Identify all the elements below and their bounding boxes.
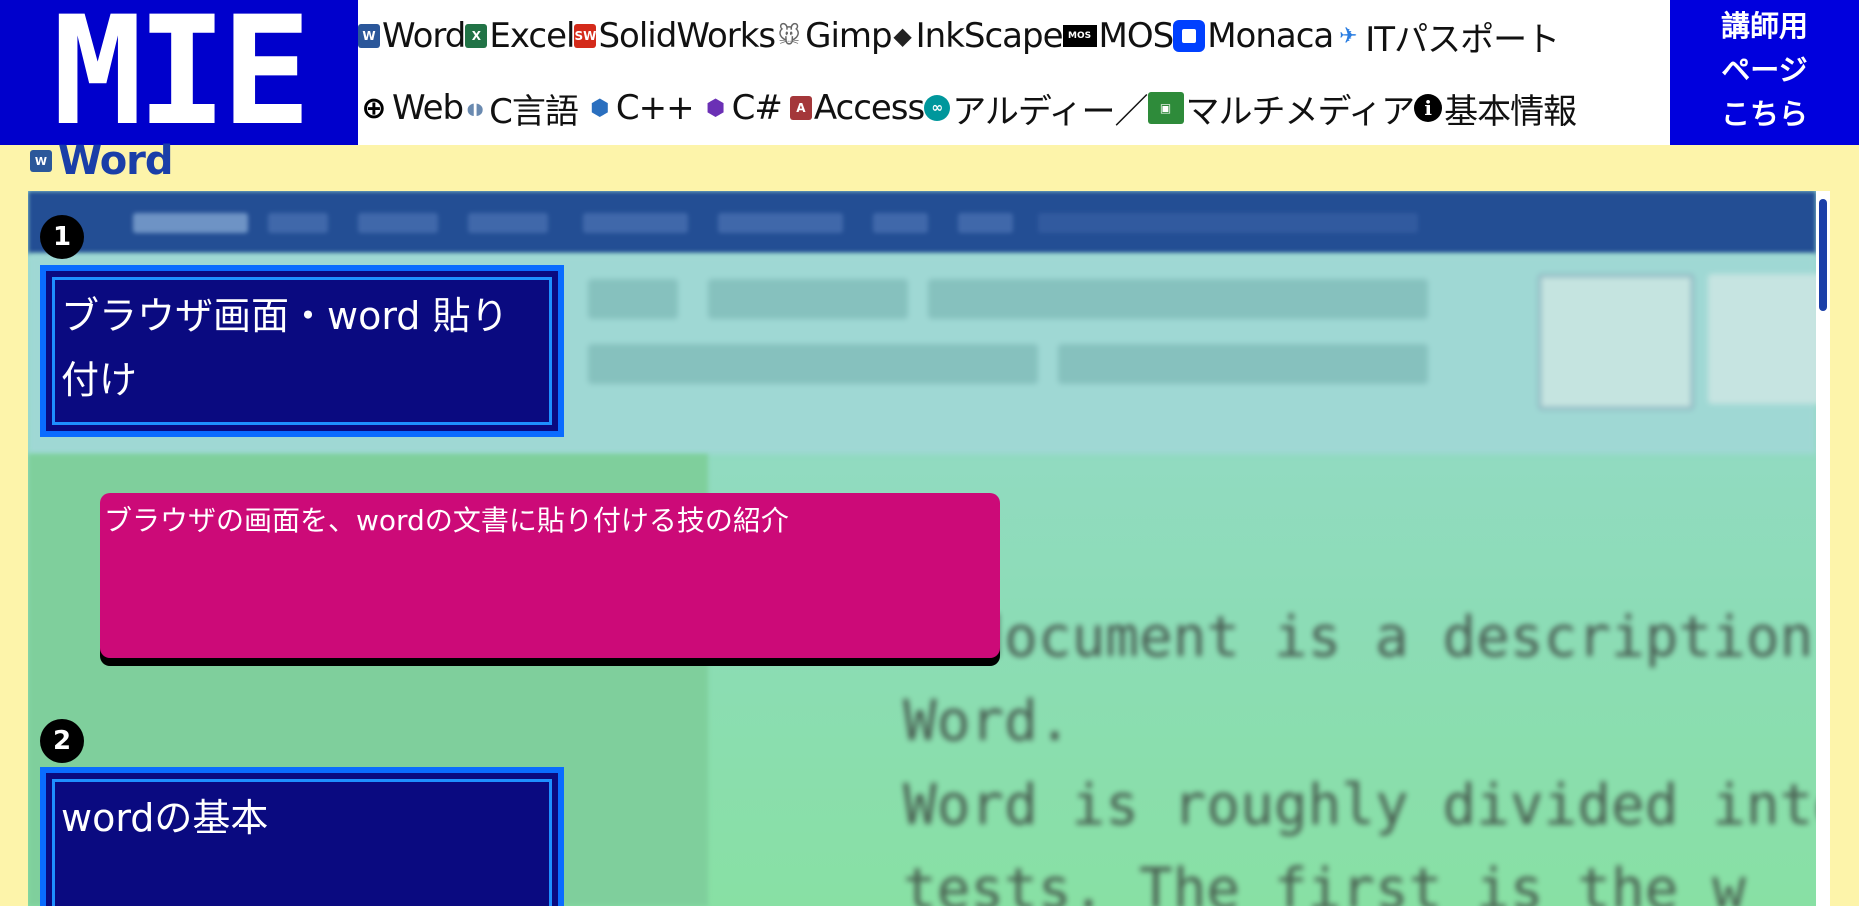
- content-panel: s document is a description Word. Word is …: [28, 191, 1816, 906]
- section-title: Word: [58, 138, 174, 184]
- ribbon-tab-shape: [583, 213, 688, 233]
- toolbar-shape: [588, 279, 678, 319]
- teacher-line-1: 講師用: [1720, 9, 1808, 43]
- teacher-line-3: こちら: [1720, 97, 1808, 131]
- ribbon-tab-shape: [718, 213, 843, 233]
- inkscape-icon: ◆: [891, 22, 914, 50]
- item-title: ブラウザ画面・word 貼り付け: [52, 277, 552, 425]
- ribbon-tab-shape: [958, 213, 1013, 233]
- nav-c-language-label: C言語: [489, 91, 579, 132]
- globe-icon: ⊕: [358, 91, 390, 126]
- word-icon: W: [30, 150, 52, 172]
- monaca-icon: [1173, 20, 1206, 52]
- teacher-line-2: ページ: [1721, 53, 1808, 87]
- csharp-icon: ⬢: [701, 96, 730, 121]
- nav-gimp[interactable]: 🐭 Gimp: [775, 16, 893, 56]
- item-description-card[interactable]: ブラウザの画面を、wordの文書に貼り付ける技の紹介: [100, 493, 1000, 658]
- nav-arduino-label: アルディー／: [952, 91, 1148, 132]
- toolbar-shape: [588, 344, 1038, 384]
- blurred-ribbon-background: [28, 191, 1816, 254]
- arduino-icon: ∞: [924, 95, 951, 121]
- item-number-badge: 2: [40, 719, 84, 763]
- nav-csharp[interactable]: ⬢ C#: [701, 88, 783, 128]
- ribbon-tab-shape: [1038, 213, 1418, 233]
- item-description: ブラウザの画面を、wordの文書に貼り付ける技の紹介: [104, 504, 789, 537]
- site-logo[interactable]: MIE: [0, 0, 358, 145]
- excel-icon: X: [465, 24, 488, 48]
- nav-inkscape-label: InkScape: [915, 16, 1064, 56]
- access-icon: A: [789, 96, 812, 120]
- item-number-badge: 1: [40, 215, 84, 259]
- mos-icon: MOS: [1062, 25, 1097, 47]
- nav-monaca[interactable]: Monaca: [1173, 16, 1334, 56]
- nav-access-label: Access: [813, 88, 925, 128]
- nav-basic-info-label: 基本情報: [1444, 91, 1577, 132]
- gimp-icon: 🐭: [775, 24, 804, 49]
- nav-monaca-label: Monaca: [1207, 16, 1334, 56]
- ribbon-tab-shape: [268, 213, 328, 233]
- ribbon-tab-shape: [873, 213, 928, 233]
- nav-access[interactable]: A Access: [789, 88, 925, 128]
- ribbon-tab-shape: [358, 213, 438, 233]
- it-passport-icon: ✈: [1333, 24, 1364, 49]
- nav-excel[interactable]: X Excel: [465, 16, 575, 56]
- toolbar-shape: [708, 279, 908, 319]
- ribbon-tab-shape: [133, 213, 248, 233]
- site-header: MIE W Word X Excel SW SolidWorks 🐭 Gimp ◆ Ink…: [0, 0, 1859, 145]
- nav-it-passport[interactable]: ✈ ITパスポート: [1333, 12, 1560, 61]
- toolbar-shape: [928, 279, 1428, 319]
- cpp-icon: ⬢: [585, 96, 614, 121]
- solidworks-icon: SW: [574, 24, 597, 48]
- doc-line-3: Word is roughly divided into: [903, 773, 1816, 838]
- nav-word[interactable]: W Word: [358, 16, 466, 56]
- nav-inkscape[interactable]: ◆ InkScape: [891, 16, 1064, 56]
- doc-line-1: s document is a description: [903, 605, 1814, 670]
- ribbon-tab-shape: [468, 213, 548, 233]
- nav-row-2: ⊕ Web ◖◗ C言語 ⬢ C++ ⬢ C# A Access ∞ アルディー／ ▣ マルチ…: [358, 72, 1670, 144]
- nav-mos-label: MOS: [1098, 16, 1175, 56]
- nav-c-language[interactable]: ◖◗ C言語: [463, 84, 579, 133]
- nav-csharp-label: C#: [731, 88, 783, 128]
- nav-multimedia[interactable]: ▣ マルチメディア: [1147, 84, 1416, 133]
- doc-line-2: Word.: [903, 689, 1072, 754]
- doc-line-4: tests. The first is the w: [903, 857, 1746, 906]
- nav-gimp-label: Gimp: [805, 16, 892, 56]
- info-icon: i: [1414, 94, 1443, 122]
- c-language-icon: ◖◗: [463, 96, 488, 120]
- teacher-page-link[interactable]: 講師用 ページ こちら: [1670, 0, 1859, 145]
- nav-multimedia-label: マルチメディア: [1185, 91, 1416, 132]
- nav-web-label: Web: [392, 88, 464, 128]
- multimedia-icon: ▣: [1147, 92, 1184, 124]
- nav-basic-info[interactable]: i 基本情報: [1414, 84, 1577, 133]
- nav-solidworks[interactable]: SW SolidWorks: [574, 16, 776, 56]
- toolbar-shape: [1538, 274, 1694, 410]
- scrollbar-thumb[interactable]: [1819, 199, 1827, 311]
- nav-arduino[interactable]: ∞ アルディー／: [924, 84, 1149, 133]
- nav-row-1: W Word X Excel SW SolidWorks 🐭 Gimp ◆ InkScap…: [358, 0, 1670, 72]
- blurred-document-text: s document is a description Word. Word is …: [903, 596, 1816, 906]
- nav-web[interactable]: ⊕ Web: [358, 88, 464, 128]
- item-title-card[interactable]: wordの基本: [40, 767, 564, 906]
- nav-solidworks-label: SolidWorks: [598, 16, 776, 56]
- scrollbar[interactable]: [1816, 191, 1830, 906]
- section-heading: W Word: [30, 138, 174, 184]
- nav-cpp-label: C++: [615, 88, 695, 128]
- toolbar-shape: [1708, 274, 1816, 404]
- item-title-card[interactable]: ブラウザ画面・word 貼り付け: [40, 265, 564, 437]
- nav-mos[interactable]: MOS MOS: [1062, 16, 1175, 56]
- nav-it-passport-label: ITパスポート: [1365, 19, 1560, 60]
- toolbar-shape: [1058, 344, 1428, 384]
- nav-word-label: Word: [382, 16, 466, 56]
- nav-excel-label: Excel: [489, 16, 575, 56]
- word-icon: W: [358, 24, 380, 48]
- item-title: wordの基本: [52, 779, 552, 906]
- nav-cpp[interactable]: ⬢ C++: [585, 88, 695, 128]
